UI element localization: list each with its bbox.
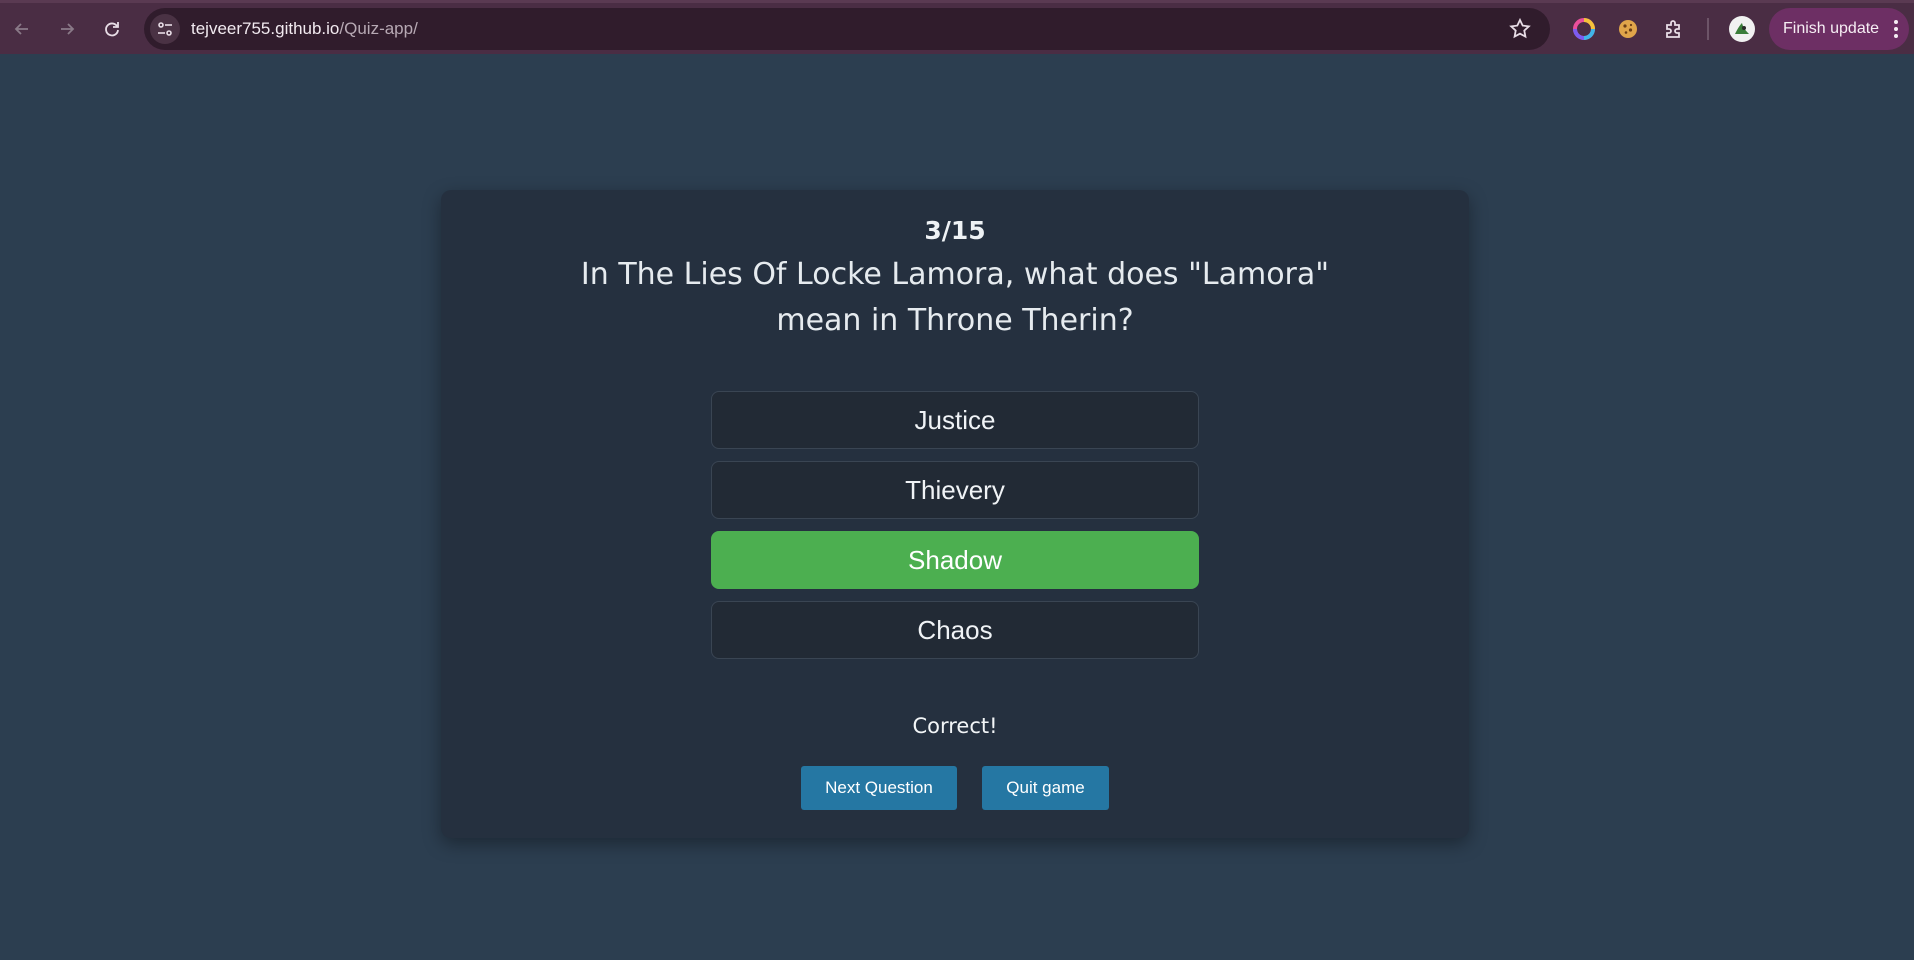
more-vert-icon xyxy=(1894,20,1898,38)
answer-option[interactable]: Chaos xyxy=(711,601,1199,659)
color-wheel-extension-icon xyxy=(1573,18,1595,40)
back-button[interactable] xyxy=(6,13,38,45)
site-info-button[interactable] xyxy=(150,14,180,44)
cookie-extension-icon xyxy=(1619,20,1637,38)
quit-game-button[interactable]: Quit game xyxy=(982,766,1109,810)
question-counter: 3/15 xyxy=(924,216,986,245)
finish-update-label: Finish update xyxy=(1783,20,1880,37)
finish-update-button[interactable]: Finish update xyxy=(1769,8,1909,50)
color-extension-button[interactable] xyxy=(1570,15,1598,43)
forward-button[interactable] xyxy=(51,13,83,45)
answer-option[interactable]: Justice xyxy=(711,391,1199,449)
puzzle-extensions-icon xyxy=(1666,20,1680,38)
reload-icon xyxy=(105,22,119,37)
answer-options: Justice Thievery Shadow Chaos xyxy=(711,391,1199,671)
answer-option[interactable]: Thievery xyxy=(711,461,1199,519)
site-info-icon xyxy=(158,22,172,36)
url-path: /Quiz-app/ xyxy=(339,19,418,38)
forward-arrow-icon xyxy=(61,23,75,35)
profile-avatar-icon[interactable] xyxy=(1729,16,1755,42)
avatar-image xyxy=(1735,23,1749,34)
quiz-actions: Next Question Quit game xyxy=(441,766,1469,810)
cookie-extension-button[interactable] xyxy=(1614,15,1642,43)
url-host: tejveer755.github.io xyxy=(191,19,340,38)
star-icon[interactable] xyxy=(1508,17,1532,41)
reload-button[interactable] xyxy=(96,13,128,45)
answer-option-correct[interactable]: Shadow xyxy=(711,531,1199,589)
next-question-button[interactable]: Next Question xyxy=(801,766,957,810)
extensions-button[interactable] xyxy=(1660,15,1688,43)
address-bar[interactable]: tejveer755.github.io/Quiz-app/ xyxy=(144,8,1550,50)
back-arrow-icon xyxy=(14,23,28,35)
toolbar-divider xyxy=(1707,18,1709,40)
url-text[interactable]: tejveer755.github.io/Quiz-app/ xyxy=(191,19,418,39)
quiz-card: 3/15 In The Lies Of Locke Lamora, what d… xyxy=(441,190,1469,838)
browser-toolbar: tejveer755.github.io/Quiz-app/ Finish up… xyxy=(0,0,1914,54)
question-text: In The Lies Of Locke Lamora, what does "… xyxy=(580,257,1330,338)
answer-feedback: Correct! xyxy=(912,714,998,738)
